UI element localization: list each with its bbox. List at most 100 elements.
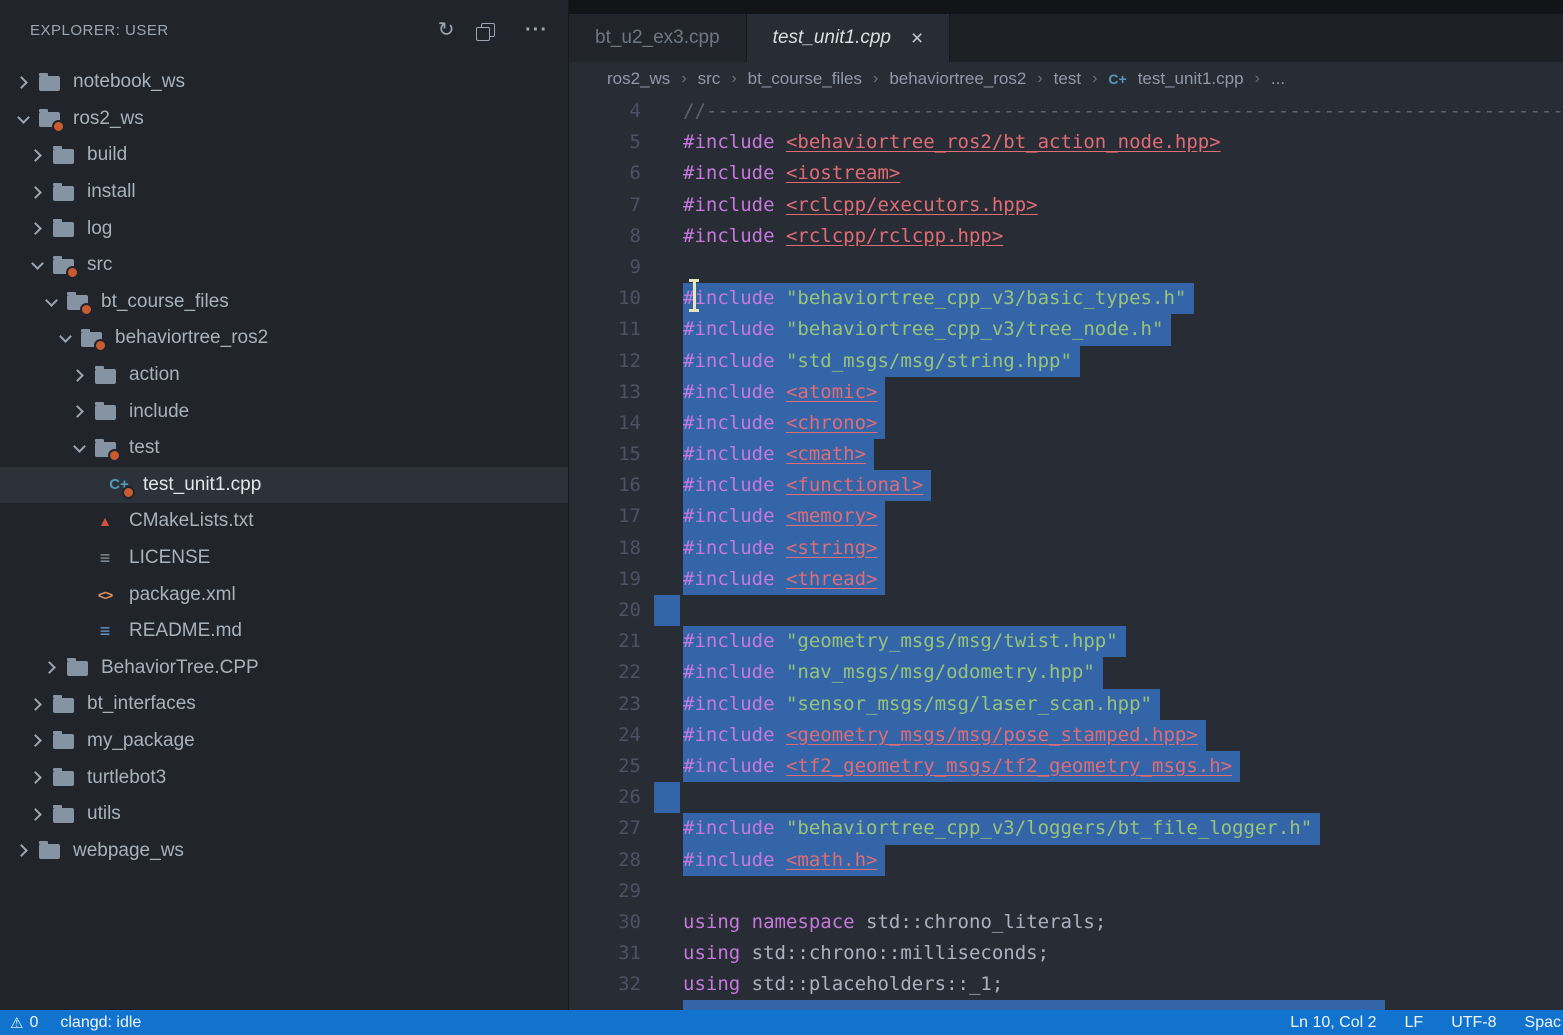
- code-text[interactable]: #include <chrono>: [683, 408, 885, 439]
- cursor-position[interactable]: Ln 10, Col 2: [1290, 1014, 1376, 1032]
- line-number[interactable]: 20: [569, 595, 641, 626]
- clangd-status[interactable]: clangd: idle: [60, 1014, 141, 1032]
- breadcrumb-item-...[interactable]: ...: [1271, 69, 1285, 89]
- line-number[interactable]: 29: [569, 876, 641, 907]
- code-text[interactable]: #include <geometry_msgs/msg/pose_stamped…: [683, 720, 1206, 751]
- tree-item-build[interactable]: build: [0, 137, 568, 174]
- tree-item-notebook_ws[interactable]: notebook_ws: [0, 64, 568, 101]
- problems-indicator[interactable]: ⚠ 0: [10, 1014, 38, 1032]
- code-text[interactable]: #include <cmath>: [683, 439, 874, 470]
- tree-item-webpage_ws[interactable]: webpage_ws: [0, 832, 568, 869]
- tree-item-behaviortree_ros2[interactable]: behaviortree_ros2: [0, 320, 568, 357]
- code-text[interactable]: using std::chrono::milliseconds;: [683, 938, 1049, 969]
- line-number[interactable]: 13: [569, 377, 641, 408]
- code-text[interactable]: #include "std_msgs/msg/string.hpp": [683, 346, 1080, 377]
- code-text[interactable]: #include <thread>: [683, 564, 885, 595]
- line-number[interactable]: 8: [569, 221, 641, 252]
- tree-item-test[interactable]: test: [0, 430, 568, 467]
- tree-item-test_unit1.cpp[interactable]: C+test_unit1.cpp: [0, 467, 568, 504]
- chevron-right-icon: [24, 700, 50, 709]
- line-number[interactable]: 25: [569, 751, 641, 782]
- code-text[interactable]: #include <memory>: [683, 501, 885, 532]
- line-number[interactable]: 32: [569, 969, 641, 1000]
- code-text[interactable]: #include "behaviortree_cpp_v3/tree_node.…: [683, 314, 1171, 345]
- tab-bt_u2_ex3.cpp[interactable]: bt_u2_ex3.cpp: [569, 14, 747, 62]
- line-number[interactable]: 11: [569, 314, 641, 345]
- breadcrumb-item-test_unit1.cpp[interactable]: test_unit1.cpp: [1138, 69, 1244, 89]
- eol-indicator[interactable]: LF: [1405, 1014, 1424, 1032]
- refresh-icon[interactable]: ↻: [438, 20, 455, 40]
- code-text[interactable]: #include <string>: [683, 533, 885, 564]
- line-number[interactable]: 10: [569, 283, 641, 314]
- tree-item-bt_interfaces[interactable]: bt_interfaces: [0, 686, 568, 723]
- tab-test_unit1.cpp[interactable]: test_unit1.cpp×: [747, 14, 951, 62]
- tree-item-my_package[interactable]: my_package: [0, 723, 568, 760]
- line-number[interactable]: 26: [569, 782, 641, 813]
- line-number[interactable]: 6: [569, 158, 641, 189]
- code-text[interactable]: #include <math.h>: [683, 845, 885, 876]
- breadcrumb-item-bt_course_files[interactable]: bt_course_files: [748, 69, 862, 89]
- line-number[interactable]: 24: [569, 720, 641, 751]
- line-number[interactable]: 18: [569, 533, 641, 564]
- tree-item-LICENSE[interactable]: ≡LICENSE: [0, 540, 568, 577]
- tree-item-src[interactable]: src: [0, 247, 568, 284]
- tree-item-README.md[interactable]: ≡README.md: [0, 613, 568, 650]
- line-number[interactable]: 15: [569, 439, 641, 470]
- tree-item-bt_course_files[interactable]: bt_course_files: [0, 284, 568, 321]
- line-number[interactable]: 28: [569, 845, 641, 876]
- code-text[interactable]: #include "geometry_msgs/msg/twist.hpp": [683, 626, 1126, 657]
- code-text[interactable]: #include <functional>: [683, 470, 931, 501]
- tree-item-include[interactable]: include: [0, 393, 568, 430]
- tree-item-CMakeLists.txt[interactable]: ▲CMakeLists.txt: [0, 503, 568, 540]
- line-number[interactable]: 21: [569, 626, 641, 657]
- breadcrumb-item-test[interactable]: test: [1054, 69, 1081, 89]
- code-text[interactable]: #include "behaviortree_cpp_v3/loggers/bt…: [683, 813, 1320, 844]
- indentation-indicator[interactable]: Spac: [1525, 1014, 1561, 1032]
- code-text[interactable]: #include <behaviortree_ros2/bt_action_no…: [683, 127, 1221, 158]
- line-number[interactable]: 12: [569, 346, 641, 377]
- line-number[interactable]: 5: [569, 127, 641, 158]
- tree-item-install[interactable]: install: [0, 174, 568, 211]
- line-number[interactable]: 9: [569, 252, 641, 283]
- line-number[interactable]: 19: [569, 564, 641, 595]
- breadcrumb-item-src[interactable]: src: [698, 69, 721, 89]
- breadcrumb-item-behaviortree_ros2[interactable]: behaviortree_ros2: [889, 69, 1026, 89]
- code-text[interactable]: #include "nav_msgs/msg/odometry.hpp": [683, 657, 1103, 688]
- tree-item-log[interactable]: log: [0, 210, 568, 247]
- code-text[interactable]: //--------------------------------------…: [683, 96, 1563, 127]
- ellipsis-icon[interactable]: ···: [525, 20, 548, 40]
- code-text[interactable]: #include <atomic>: [683, 377, 885, 408]
- line-number[interactable]: 17: [569, 501, 641, 532]
- tree-item-action[interactable]: action: [0, 357, 568, 394]
- line-number[interactable]: 30: [569, 907, 641, 938]
- selected-blank-line: [654, 782, 680, 813]
- tree-item-utils[interactable]: utils: [0, 796, 568, 833]
- code-text[interactable]: #include <rclcpp/rclcpp.hpp>: [683, 221, 1003, 252]
- code-text[interactable]: #include "sensor_msgs/msg/laser_scan.hpp…: [683, 689, 1160, 720]
- line-number[interactable]: 16: [569, 470, 641, 501]
- line-number[interactable]: 7: [569, 190, 641, 221]
- code-text[interactable]: #include <rclcpp/executors.hpp>: [683, 190, 1038, 221]
- stacked-squares-icon[interactable]: [481, 20, 499, 40]
- tree-item-turtlebot3[interactable]: turtlebot3: [0, 759, 568, 796]
- tree-item-BehaviorTree.CPP[interactable]: BehaviorTree.CPP: [0, 650, 568, 687]
- line-number[interactable]: 4: [569, 96, 641, 127]
- close-tab-icon[interactable]: ×: [911, 28, 923, 49]
- code-text[interactable]: using std::placeholders::_1;: [683, 969, 1003, 1000]
- breadcrumb-item-ros2_ws[interactable]: ros2_ws: [607, 69, 670, 89]
- code-text[interactable]: #include <tf2_geometry_msgs/tf2_geometry…: [683, 751, 1240, 782]
- line-number[interactable]: 31: [569, 938, 641, 969]
- folder-icon: [50, 803, 76, 825]
- code-text[interactable]: using namespace std::chrono_literals;: [683, 907, 1106, 938]
- encoding-indicator[interactable]: UTF-8: [1451, 1014, 1496, 1032]
- code-text[interactable]: #include "behaviortree_cpp_v3/basic_type…: [683, 283, 1194, 314]
- line-number[interactable]: 14: [569, 408, 641, 439]
- titlebar-strip: [569, 0, 1563, 14]
- line-number[interactable]: 22: [569, 657, 641, 688]
- tree-item-package.xml[interactable]: <>package.xml: [0, 576, 568, 613]
- line-number[interactable]: 23: [569, 689, 641, 720]
- tree-item-label: install: [87, 181, 136, 203]
- line-number[interactable]: 27: [569, 813, 641, 844]
- code-text[interactable]: #include <iostream>: [683, 158, 900, 189]
- tree-item-ros2_ws[interactable]: ros2_ws: [0, 101, 568, 138]
